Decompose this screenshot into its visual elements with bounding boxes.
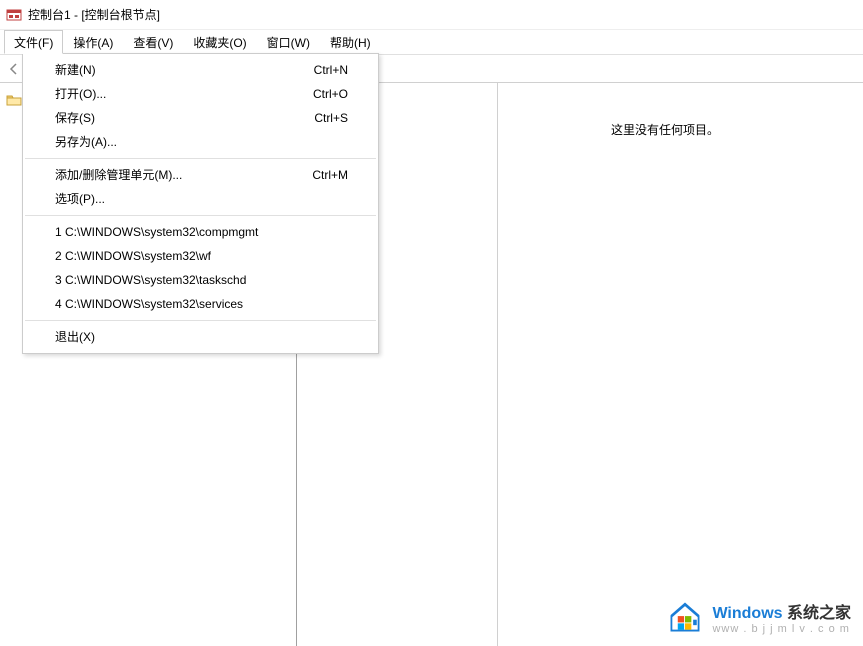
menu-new-label: 新建(N) (55, 61, 96, 79)
menu-save-shortcut: Ctrl+S (314, 109, 348, 127)
menu-separator (25, 320, 376, 321)
folder-icon (6, 93, 22, 110)
menu-separator (25, 158, 376, 159)
menu-action[interactable]: 操作(A) (63, 30, 123, 54)
house-logo-icon (666, 598, 704, 636)
window-title: 控制台1 - [控制台根节点] (28, 6, 160, 23)
titlebar: 控制台1 - [控制台根节点] (0, 0, 863, 30)
menu-snapin-label: 添加/删除管理单元(M)... (55, 166, 182, 184)
menu-help[interactable]: 帮助(H) (320, 30, 381, 54)
menu-open[interactable]: 打开(O)... Ctrl+O (23, 82, 378, 106)
menu-new-shortcut: Ctrl+N (314, 61, 348, 79)
menu-options-label: 选项(P)... (55, 190, 105, 208)
menu-favorites[interactable]: 收藏夹(O) (183, 30, 256, 54)
watermark-brand-en: Windows (712, 605, 782, 622)
menu-options[interactable]: 选项(P)... (23, 187, 378, 211)
menu-file[interactable]: 文件(F) (4, 30, 63, 54)
menu-recent-1[interactable]: 1 C:\WINDOWS\system32\compmgmt (23, 220, 378, 244)
watermark-brand-zh: 系统之家 (783, 605, 851, 622)
menu-recent-4-label: 4 C:\WINDOWS\system32\services (55, 295, 243, 313)
menu-recent-2-label: 2 C:\WINDOWS\system32\wf (55, 247, 211, 265)
menu-exit-label: 退出(X) (55, 328, 95, 346)
menu-saveas-label: 另存为(A)... (55, 133, 117, 151)
detail-pane: 这里没有任何项目。 (297, 83, 863, 646)
watermark: Windows 系统之家 www . b j j m l v . c o m (666, 598, 851, 636)
column-divider (497, 83, 498, 646)
empty-message: 这里没有任何项目。 (507, 121, 823, 138)
menu-save[interactable]: 保存(S) Ctrl+S (23, 106, 378, 130)
menu-exit[interactable]: 退出(X) (23, 325, 378, 349)
menubar: 文件(F) 操作(A) 查看(V) 收藏夹(O) 窗口(W) 帮助(H) (0, 30, 863, 54)
menu-open-label: 打开(O)... (55, 85, 106, 103)
app-icon (6, 7, 22, 23)
menu-snapin-shortcut: Ctrl+M (312, 166, 348, 184)
menu-recent-3[interactable]: 3 C:\WINDOWS\system32\taskschd (23, 268, 378, 292)
menu-snapin[interactable]: 添加/删除管理单元(M)... Ctrl+M (23, 163, 378, 187)
menu-saveas[interactable]: 另存为(A)... (23, 130, 378, 154)
menu-recent-2[interactable]: 2 C:\WINDOWS\system32\wf (23, 244, 378, 268)
menu-new[interactable]: 新建(N) Ctrl+N (23, 58, 378, 82)
menu-view[interactable]: 查看(V) (123, 30, 183, 54)
menu-open-shortcut: Ctrl+O (313, 85, 348, 103)
menu-recent-4[interactable]: 4 C:\WINDOWS\system32\services (23, 292, 378, 316)
watermark-url: www . b j j m l v . c o m (712, 623, 851, 635)
menu-recent-3-label: 3 C:\WINDOWS\system32\taskschd (55, 271, 246, 289)
menu-save-label: 保存(S) (55, 109, 95, 127)
watermark-text: Windows 系统之家 www . b j j m l v . c o m (712, 599, 851, 635)
file-menu-dropdown: 新建(N) Ctrl+N 打开(O)... Ctrl+O 保存(S) Ctrl+… (22, 53, 379, 354)
menu-separator (25, 215, 376, 216)
menu-window[interactable]: 窗口(W) (257, 30, 320, 54)
watermark-title: Windows 系统之家 (712, 599, 851, 623)
menu-recent-1-label: 1 C:\WINDOWS\system32\compmgmt (55, 223, 258, 241)
